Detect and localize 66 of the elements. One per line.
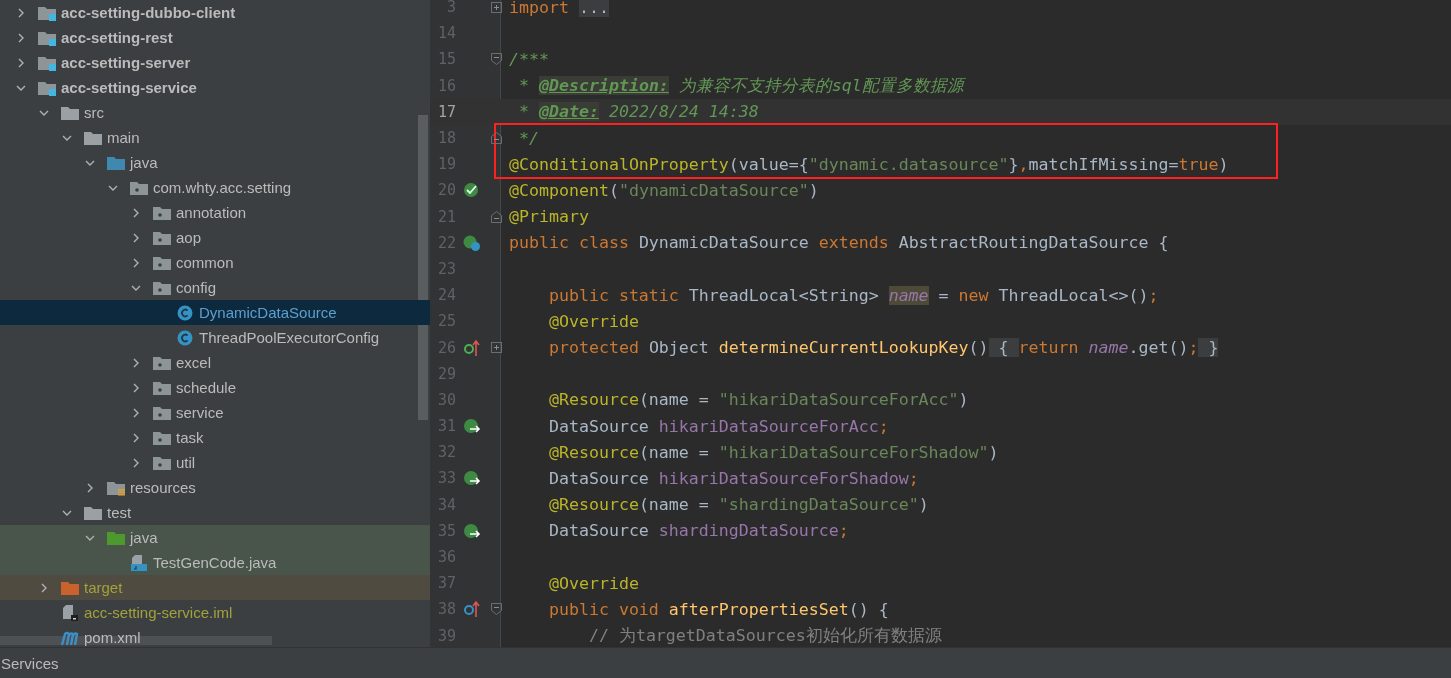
tree-item[interactable]: target xyxy=(0,575,430,600)
tree-item[interactable]: acc-setting-dubbo-client xyxy=(0,0,430,25)
services-tab[interactable]: Services xyxy=(0,654,59,672)
tree-item[interactable]: aop xyxy=(0,225,430,250)
tree-item[interactable]: acc-setting-server xyxy=(0,50,430,75)
class-icon xyxy=(175,303,195,322)
code-line: @Override xyxy=(547,311,639,331)
code-line: protected Object determineCurrentLookupKey() { return name.get(); } xyxy=(547,338,1219,358)
tree-item[interactable]: src xyxy=(0,100,430,125)
code-line: /*** xyxy=(508,49,549,69)
code-line: */ xyxy=(518,128,539,148)
code-line: public void afterPropertiesSet() { xyxy=(547,599,889,619)
injection-icon[interactable] xyxy=(463,417,481,436)
code-line: public static ThreadLocal<String> name = new ThreadLocal<>(); xyxy=(547,285,1159,305)
code-line: * @Date: 2022/8/24 14:38 xyxy=(518,102,759,122)
code-line: @Resource(name = "shardingDataSource") xyxy=(547,495,929,515)
injection-icon[interactable] xyxy=(463,469,481,488)
code-line: @Resource(name = "hikariDataSourceForAcc") xyxy=(547,390,969,410)
code-line: * @Description: 为兼容不支持分表的sql配置多数据源 xyxy=(518,74,964,97)
expand-fold-icon[interactable] xyxy=(491,342,502,354)
expand-fold-icon[interactable] xyxy=(491,1,502,13)
tree-item[interactable]: java xyxy=(0,525,430,550)
tree-item[interactable]: common xyxy=(0,250,430,275)
file-icon xyxy=(60,603,80,622)
line-number: 17 xyxy=(436,102,456,121)
code-line: public class DynamicDataSource extends AbstractRoutingDataSource { xyxy=(508,233,1169,253)
tree-item[interactable]: ThreadPoolExecutorConfig xyxy=(0,325,430,350)
tree-item[interactable]: acc-setting-service.iml xyxy=(0,600,430,625)
tree-item[interactable]: config xyxy=(0,275,430,300)
tree-item[interactable]: excel xyxy=(0,350,430,375)
tree-item[interactable]: test xyxy=(0,500,430,525)
tree-item[interactable]: java xyxy=(0,150,430,175)
class-icon xyxy=(175,328,195,347)
code-line: DataSource shardingDataSource; xyxy=(547,521,849,541)
tree-item[interactable]: acc-setting-service xyxy=(0,75,430,100)
bean-icon[interactable] xyxy=(463,181,481,200)
override-icon[interactable] xyxy=(463,338,481,357)
code-line: @Component("dynamicDataSource") xyxy=(508,180,819,200)
code-line: @Resource(name = "hikariDataSourceForShadow") xyxy=(547,442,999,462)
tree-item[interactable]: resources xyxy=(0,475,430,500)
tree-item[interactable]: main xyxy=(0,125,430,150)
collapse-fold-icon[interactable] xyxy=(491,53,502,66)
tree-item[interactable]: DynamicDataSource xyxy=(0,300,430,325)
collapse-fold-icon[interactable] xyxy=(491,603,502,616)
code-line: @Primary xyxy=(508,207,589,227)
tree-item[interactable]: acc-setting-rest xyxy=(0,25,430,50)
collapse-fold-icon[interactable] xyxy=(491,132,502,145)
code-line: @Override xyxy=(547,573,639,593)
code-line: DataSource hikariDataSourceForAcc; xyxy=(547,416,889,436)
java-file-icon xyxy=(129,553,149,572)
code-line: @ConditionalOnProperty(value={"dynamic.datasource"},matchIfMissing=true) xyxy=(508,154,1229,174)
code-line: DataSource hikariDataSourceForShadow; xyxy=(547,468,919,488)
tree-item[interactable]: TestGenCode.java xyxy=(0,550,430,575)
collapse-fold-icon[interactable] xyxy=(491,210,502,223)
code-line: import ... xyxy=(508,0,609,17)
tree-item[interactable]: pom.xml xyxy=(0,625,430,647)
scrollbar[interactable] xyxy=(418,115,428,420)
tree-item[interactable]: service xyxy=(0,400,430,425)
tree-item[interactable]: util xyxy=(0,450,430,475)
tree-item[interactable]: schedule xyxy=(0,375,430,400)
tree-item[interactable]: annotation xyxy=(0,200,430,225)
tree-item[interactable]: task xyxy=(0,425,430,450)
tree-item[interactable]: com.whty.acc.setting xyxy=(0,175,430,200)
injection-icon[interactable] xyxy=(463,521,481,540)
override-icon[interactable] xyxy=(463,600,481,619)
code-line: // 为targetDataSources初始化所有数据源 xyxy=(587,624,942,647)
